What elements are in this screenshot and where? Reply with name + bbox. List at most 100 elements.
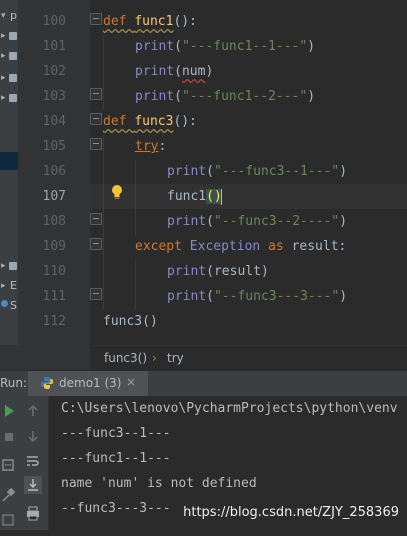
text-caret	[221, 189, 222, 205]
code-line-103: print("---func1--2---")	[135, 84, 315, 109]
project-item-label: p	[10, 9, 17, 22]
project-folder-item[interactable]: ▸	[0, 70, 18, 88]
chevron-down-icon: ▸	[1, 261, 6, 271]
paren: (	[206, 164, 214, 179]
project-folder-item[interactable]: ▸	[0, 258, 18, 276]
fold-icon[interactable]	[90, 138, 102, 150]
indent-guide	[135, 260, 136, 310]
builtin: print	[135, 39, 175, 54]
stop-icon[interactable]	[0, 428, 18, 446]
code-line-100: def func1():	[103, 9, 197, 34]
chevron-right-icon: ▸	[1, 281, 6, 291]
code-line-110: print(result)	[167, 259, 269, 284]
folder-icon	[9, 94, 17, 102]
folder-icon	[9, 52, 17, 60]
console-line: ---func1--1---	[61, 451, 171, 466]
code-line-111: print("--func3---3---")	[167, 284, 347, 309]
line-number: 107	[42, 189, 66, 204]
print-icon[interactable]	[24, 504, 42, 522]
paren: )	[339, 164, 348, 179]
builtin: print	[167, 214, 207, 229]
keyword: as	[260, 239, 292, 254]
paren: )	[260, 264, 269, 279]
fold-icon[interactable]	[90, 288, 102, 300]
paren: )	[339, 214, 348, 229]
indent-guide	[103, 35, 104, 110]
watermark: https://blog.csdn.net/ZJY_258369	[183, 505, 399, 520]
lightbulb-icon[interactable]	[110, 184, 124, 202]
keyword: try	[135, 139, 159, 154]
fold-icon[interactable]	[90, 88, 102, 100]
project-root-item[interactable]: ▾ p	[0, 8, 18, 26]
breadcrumb-separator: ›	[152, 351, 157, 365]
line-number: 108	[42, 214, 66, 229]
paren: (	[206, 264, 214, 279]
project-folder-item[interactable]: ▸	[0, 28, 18, 46]
paren: (	[174, 89, 182, 104]
external-libraries-item[interactable]: ▸ E	[0, 278, 18, 296]
class-name: Exception	[189, 239, 261, 254]
code-line-112: func3()	[103, 309, 158, 334]
fold-icon[interactable]	[90, 213, 102, 225]
up-arrow-icon[interactable]	[24, 402, 42, 420]
paren: (	[206, 214, 214, 229]
breadcrumb-item-try[interactable]: try	[167, 351, 184, 365]
paren: (	[174, 39, 182, 54]
string: "---func1--1---"	[181, 39, 308, 54]
current-line-highlight	[90, 184, 407, 209]
line-number: 112	[42, 314, 66, 329]
layout-icon[interactable]	[0, 512, 18, 530]
chevron-right-icon: ▸	[1, 31, 6, 41]
keyword: except	[135, 239, 190, 254]
scratches-item[interactable]: S	[0, 298, 18, 316]
console-line: --func3---3---	[61, 501, 171, 516]
project-item-label: E	[10, 279, 17, 292]
python-icon	[41, 377, 53, 389]
settings-icon[interactable]	[0, 456, 18, 474]
run-label: Run:	[0, 376, 28, 390]
fold-icon[interactable]	[90, 113, 102, 125]
chevron-right-icon: ▸	[1, 93, 6, 103]
string: "--func3---3---"	[213, 289, 340, 304]
string: "--func3--2----"	[213, 214, 340, 229]
project-selected-item[interactable]	[0, 152, 18, 170]
tab-demo1[interactable]: demo1 (3) ×	[28, 371, 148, 396]
builtin: print	[167, 289, 207, 304]
code-line-106: print("---func3--1---")	[167, 159, 347, 184]
gutter-footer	[0, 345, 90, 371]
code-line-104: def func3():	[103, 109, 197, 134]
fold-icon[interactable]	[90, 13, 102, 25]
line-number: 111	[42, 289, 66, 304]
chevron-right-icon: ▸	[1, 73, 6, 83]
wrap-icon[interactable]	[24, 452, 42, 470]
folder-icon	[9, 74, 17, 82]
function-call: func3	[103, 314, 143, 329]
punctuation: ():	[173, 14, 197, 29]
paren: )	[205, 64, 214, 79]
fold-icon[interactable]	[90, 238, 102, 250]
builtin: print	[167, 264, 207, 279]
code-line-101: print("---func1--1---")	[135, 34, 315, 59]
scroll-end-icon[interactable]	[24, 476, 42, 494]
breadcrumb: func3() › try	[90, 345, 407, 371]
console-line: ---func3--1---	[61, 426, 171, 441]
variable: result	[291, 239, 339, 254]
function-name: func1	[134, 14, 174, 29]
paren: )	[307, 89, 316, 104]
pin-icon[interactable]	[0, 486, 18, 504]
close-icon[interactable]: ×	[126, 375, 136, 389]
punctuation: ()	[142, 314, 158, 329]
run-icon[interactable]	[0, 402, 18, 420]
line-number: 109	[42, 239, 66, 254]
project-folder-item[interactable]: ▸	[0, 48, 18, 66]
punctuation: :	[158, 139, 167, 154]
scratches-icon	[1, 300, 8, 307]
project-folder-item[interactable]: ▸	[0, 90, 18, 108]
line-number: 105	[42, 139, 66, 154]
down-arrow-icon[interactable]	[24, 427, 42, 445]
breadcrumb-item-func3[interactable]: func3()	[104, 351, 147, 365]
line-number: 110	[42, 264, 66, 279]
code-line-109: except Exception as result:	[135, 234, 346, 259]
keyword: def	[103, 114, 135, 129]
console-line: name 'num' is not defined	[61, 476, 257, 491]
